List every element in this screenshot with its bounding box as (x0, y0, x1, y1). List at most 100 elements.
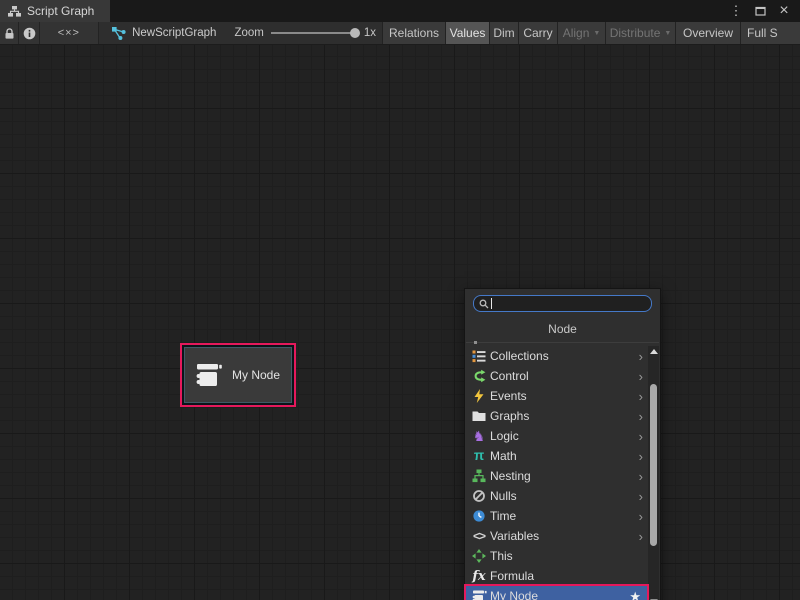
finder-item-label: Time (490, 509, 516, 523)
finder-item-label: Nesting (490, 469, 531, 483)
info-button[interactable] (19, 22, 39, 44)
chevron-right-icon: › (639, 370, 643, 383)
zoom-slider-handle[interactable] (350, 28, 360, 38)
chevron-right-icon: › (639, 470, 643, 483)
scroll-up-icon[interactable] (650, 349, 658, 354)
graph-name-label: NewScriptGraph (132, 27, 216, 39)
script-graph-window: Script Graph ⋮ × (0, 0, 800, 600)
chevron-right-icon: › (639, 430, 643, 443)
chevron-right-icon: › (639, 410, 643, 423)
finder-item-control[interactable]: Control › (466, 366, 647, 386)
finder-search-box[interactable] (473, 295, 652, 312)
dropdown-arrow-icon: ▼ (593, 30, 600, 37)
finder-item-label: Nulls (490, 489, 517, 503)
node-body: My Node (184, 347, 292, 403)
chevron-right-icon: › (639, 350, 643, 363)
finder-separator-dot (474, 341, 477, 344)
finder-separator (466, 342, 659, 343)
finder-item-formula[interactable]: fx Formula (466, 566, 647, 586)
null-icon (471, 489, 487, 504)
finder-item-this[interactable]: This (466, 546, 647, 566)
scrollbar-thumb[interactable] (650, 384, 657, 546)
finder-item-label: Math (490, 449, 517, 463)
zoom-control: Zoom 1x (216, 22, 376, 44)
graph-toolbar: <×> NewScriptGraph Zoom 1x Relations (0, 22, 800, 45)
values-label: Values (450, 26, 486, 40)
finder-item-nesting[interactable]: Nesting › (466, 466, 647, 486)
graph-node-icon (112, 27, 126, 40)
node-selection-border: My Node (182, 345, 294, 405)
fullscreen-button[interactable]: Full S (740, 22, 800, 44)
formula-fx-icon: fx (471, 569, 487, 584)
overview-button[interactable]: Overview (675, 22, 740, 44)
tab-label: Script Graph (27, 4, 94, 18)
tab-script-graph[interactable]: Script Graph (0, 0, 110, 22)
node-icon (196, 363, 222, 387)
dim-button[interactable]: Dim (489, 22, 518, 44)
chevron-right-icon: › (639, 390, 643, 403)
values-button[interactable]: Values (445, 22, 489, 44)
distribute-label: Distribute (610, 26, 661, 40)
finder-item-nulls[interactable]: Nulls › (466, 486, 647, 506)
folder-icon (471, 409, 487, 424)
finder-item-label: This (490, 549, 513, 563)
my-node-unit[interactable]: My Node (180, 343, 296, 407)
finder-item-label: Variables (490, 529, 539, 543)
finder-item-label: Events (490, 389, 527, 403)
graph-canvas[interactable]: My Node Node (0, 45, 800, 600)
this-icon (471, 549, 487, 564)
finder-item-variables[interactable]: <> Variables › (466, 526, 647, 546)
collections-icon (471, 349, 487, 364)
math-pi-icon: π (471, 449, 487, 464)
chevron-right-icon: › (639, 450, 643, 463)
finder-item-label: Collections (490, 349, 549, 363)
zoom-label: Zoom (234, 27, 263, 39)
chevron-right-icon: › (639, 490, 643, 503)
lock-icon (3, 27, 16, 40)
dropdown-arrow-icon: ▼ (664, 30, 671, 37)
chevron-right-icon: › (639, 510, 643, 523)
finder-item-collections[interactable]: Collections › (466, 346, 647, 366)
finder-item-label: My Node (490, 589, 538, 600)
finder-header: Node (465, 322, 660, 336)
lock-button[interactable] (0, 22, 19, 44)
logic-knight-icon: ♞ (471, 429, 487, 444)
variables-icon: <> (471, 529, 487, 544)
code-icon: <×> (58, 27, 80, 39)
node-label: My Node (232, 368, 280, 382)
favorite-star-icon[interactable]: ★ (629, 590, 641, 600)
info-icon (23, 27, 36, 40)
finder-scrollbar[interactable] (648, 346, 659, 600)
events-icon (471, 389, 487, 404)
finder-item-my-node[interactable]: My Node ★ (466, 586, 647, 600)
align-dropdown[interactable]: Align ▼ (557, 22, 605, 44)
carry-button[interactable]: Carry (518, 22, 557, 44)
finder-item-math[interactable]: π Math › (466, 446, 647, 466)
finder-item-time[interactable]: Time › (466, 506, 647, 526)
maximize-icon[interactable] (749, 0, 771, 22)
dim-label: Dim (493, 26, 514, 40)
relations-button[interactable]: Relations (382, 22, 445, 44)
finder-item-events[interactable]: Events › (466, 386, 647, 406)
close-icon[interactable]: × (773, 0, 795, 22)
zoom-slider[interactable] (271, 32, 357, 34)
overview-label: Overview (683, 26, 733, 40)
finder-item-label: Control (490, 369, 529, 383)
control-icon (471, 369, 487, 384)
menu-icon[interactable]: ⋮ (725, 0, 747, 22)
title-bar: Script Graph ⋮ × (0, 0, 800, 22)
graph-title: NewScriptGraph (99, 22, 216, 44)
nesting-icon (471, 469, 487, 484)
toolbar-buttons: Relations Values Dim Carry Align ▼ Distr… (382, 22, 800, 44)
distribute-dropdown[interactable]: Distribute ▼ (605, 22, 675, 44)
finder-item-logic[interactable]: ♞ Logic › (466, 426, 647, 446)
search-input[interactable] (494, 298, 646, 310)
zoom-value: 1x (364, 27, 376, 39)
finder-item-graphs[interactable]: Graphs › (466, 406, 647, 426)
code-preview-button[interactable]: <×> (40, 22, 99, 44)
relations-label: Relations (389, 26, 439, 40)
window-controls: ⋮ × (725, 0, 800, 22)
fuzzy-finder-popup: Node Collections › (464, 288, 661, 600)
clock-icon (471, 509, 487, 524)
chevron-right-icon: › (639, 530, 643, 543)
